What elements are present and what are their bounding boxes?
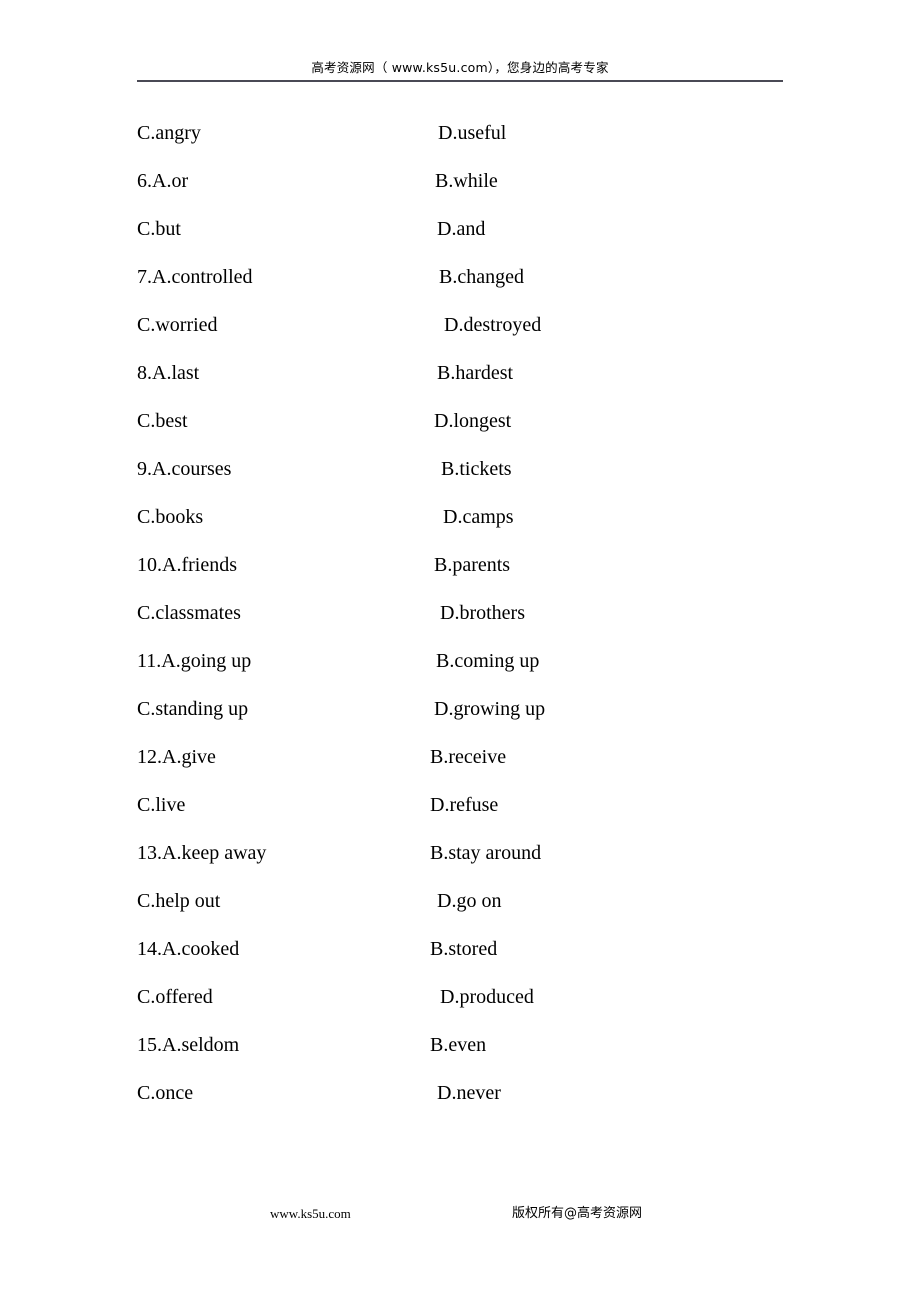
footer-website-url: www.ks5u.com bbox=[270, 1206, 351, 1221]
option-choice-right: B.coming up bbox=[436, 650, 540, 672]
option-choice-left: 9.A.courses bbox=[137, 458, 232, 480]
option-row: 14.A.cooked B.stored bbox=[0, 936, 920, 984]
option-choice-right: B.stay around bbox=[430, 842, 542, 864]
option-row: C.help out D.go on bbox=[0, 888, 920, 936]
option-row: C.standing up D.growing up bbox=[0, 696, 920, 744]
header-divider bbox=[137, 80, 783, 82]
option-choice-right: B.hardest bbox=[437, 362, 514, 384]
option-row: C.books D.camps bbox=[0, 504, 920, 552]
option-row: 6.A.or B.while bbox=[0, 168, 920, 216]
page-header: 高考资源网（ www.ks5u.com），您身边的高考专家 bbox=[137, 60, 783, 82]
option-choice-left: 8.A.last bbox=[137, 362, 200, 384]
option-choice-left: C.help out bbox=[137, 890, 221, 912]
option-choice-right: B.receive bbox=[430, 746, 507, 768]
option-choice-left: C.but bbox=[137, 218, 181, 240]
option-choice-left: C.classmates bbox=[137, 602, 241, 624]
option-choice-right: B.tickets bbox=[441, 458, 512, 480]
option-choice-right: D.go on bbox=[437, 890, 502, 912]
option-choice-right: D.refuse bbox=[430, 794, 499, 816]
option-choice-right: D.growing up bbox=[434, 698, 546, 720]
option-choice-right: D.camps bbox=[443, 506, 514, 528]
option-choice-left: 7.A.controlled bbox=[137, 266, 253, 288]
option-row: C.live D.refuse bbox=[0, 792, 920, 840]
option-row: 15.A.seldom B.even bbox=[0, 1032, 920, 1080]
option-row: 12.A.give B.receive bbox=[0, 744, 920, 792]
option-choice-right: B.changed bbox=[439, 266, 524, 288]
option-choice-left: C.books bbox=[137, 506, 204, 528]
option-choice-left: 13.A.keep away bbox=[137, 842, 267, 864]
option-row: 10.A.friends B.parents bbox=[0, 552, 920, 600]
option-choice-left: 6.A.or bbox=[137, 170, 189, 192]
option-choice-right: D.useful bbox=[438, 122, 507, 144]
option-choice-left: 14.A.cooked bbox=[137, 938, 240, 960]
option-choice-right: D.brothers bbox=[440, 602, 525, 624]
option-row: C.but D.and bbox=[0, 216, 920, 264]
option-choice-right: B.even bbox=[430, 1034, 487, 1056]
option-choice-right: B.parents bbox=[434, 554, 511, 576]
page-footer: www.ks5u.com 版权所有@高考资源网 bbox=[0, 1205, 920, 1229]
header-site-line: 高考资源网（ www.ks5u.com），您身边的高考专家 bbox=[311, 60, 609, 75]
option-choice-right: D.and bbox=[437, 218, 486, 240]
option-choice-left: C.worried bbox=[137, 314, 218, 336]
option-choice-left: C.offered bbox=[137, 986, 213, 1008]
option-row: C.angry D.useful bbox=[0, 120, 920, 168]
option-choice-right: D.longest bbox=[434, 410, 512, 432]
option-row: 9.A.courses B.tickets bbox=[0, 456, 920, 504]
option-row: 11.A.going up B.coming up bbox=[0, 648, 920, 696]
option-choice-right: D.destroyed bbox=[444, 314, 542, 336]
option-choice-left: 15.A.seldom bbox=[137, 1034, 240, 1056]
option-row: C.best D.longest bbox=[0, 408, 920, 456]
option-choice-right: D.produced bbox=[440, 986, 534, 1008]
option-choice-right: B.stored bbox=[430, 938, 498, 960]
option-row: 7.A.controlled B.changed bbox=[0, 264, 920, 312]
option-row: C.once D.never bbox=[0, 1080, 920, 1128]
option-choice-right: D.never bbox=[437, 1082, 501, 1104]
option-row: 8.A.last B.hardest bbox=[0, 360, 920, 408]
option-choice-right: B.while bbox=[435, 170, 498, 192]
option-row: 13.A.keep away B.stay around bbox=[0, 840, 920, 888]
option-row: C.worried D.destroyed bbox=[0, 312, 920, 360]
option-choice-left: C.standing up bbox=[137, 698, 249, 720]
option-choice-left: 11.A.going up bbox=[137, 650, 252, 672]
options-list: C.angry D.useful 6.A.or B.while C.but D.and 7.… bbox=[0, 120, 920, 1128]
footer-copyright: 版权所有@高考资源网 bbox=[512, 1206, 643, 1221]
option-choice-left: C.best bbox=[137, 410, 188, 432]
option-row: C.offered D.produced bbox=[0, 984, 920, 1032]
option-choice-left: 12.A.give bbox=[137, 746, 216, 768]
option-choice-left: 10.A.friends bbox=[137, 554, 237, 576]
document-page: { "header": { "text": "高考资源网（ www.ks5u.c… bbox=[0, 0, 920, 1302]
option-choice-left: C.angry bbox=[137, 122, 201, 144]
option-choice-left: C.live bbox=[137, 794, 186, 816]
option-row: C.classmates D.brothers bbox=[0, 600, 920, 648]
option-choice-left: C.once bbox=[137, 1082, 194, 1104]
